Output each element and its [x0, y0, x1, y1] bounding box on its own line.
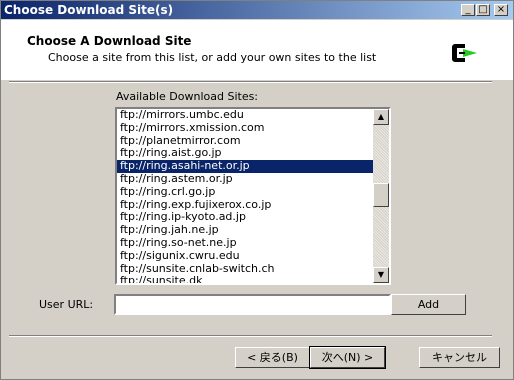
window-title: Choose Download Site(s): [4, 3, 174, 17]
site-listbox[interactable]: ftp://mirrors.umbc.edu ftp://mirrors.xmis…: [115, 107, 391, 285]
cygwin-logo-icon: [452, 44, 477, 62]
site-list-item[interactable]: ftp://ring.astem.or.jp: [117, 172, 373, 186]
next-button[interactable]: 次へ(N) >: [309, 346, 386, 369]
user-url-input[interactable]: [114, 294, 391, 315]
site-list[interactable]: ftp://mirrors.umbc.edu ftp://mirrors.xmis…: [117, 109, 373, 283]
site-list-item[interactable]: ftp://mirrors.umbc.edu: [117, 109, 373, 122]
add-button[interactable]: Add: [391, 294, 466, 315]
page-title: Choose A Download Site: [27, 34, 192, 48]
back-button[interactable]: < 戻る(B): [235, 347, 310, 368]
scroll-down-button[interactable]: ▼: [373, 267, 389, 283]
maximize-button[interactable]: □: [476, 4, 490, 16]
site-list-item[interactable]: ftp://mirrors.xmission.com: [117, 121, 373, 135]
minimize-button[interactable]: _: [461, 4, 475, 16]
site-list-item[interactable]: ftp://ring.crl.go.jp: [117, 185, 373, 199]
sites-label: Available Download Sites:: [116, 90, 259, 103]
vertical-scrollbar[interactable]: ▲ ▼: [373, 109, 389, 283]
footer-divider: [9, 335, 492, 337]
cancel-button[interactable]: キャンセル: [419, 347, 500, 368]
site-list-item[interactable]: ftp://sunsite.dk: [117, 275, 373, 283]
scroll-thumb[interactable]: [373, 183, 389, 207]
scroll-up-button[interactable]: ▲: [373, 109, 389, 125]
user-url-label: User URL:: [39, 298, 94, 311]
close-button[interactable]: ×: [494, 4, 508, 16]
title-bar[interactable]: Choose Download Site(s) _ □ ×: [1, 1, 513, 19]
header-divider: [9, 81, 492, 83]
dialog-window: Choose Download Site(s) _ □ × Choose A D…: [0, 0, 514, 380]
site-list-item[interactable]: ftp://sigunix.cwru.edu: [117, 249, 373, 263]
page-subtitle: Choose a site from this list, or add you…: [48, 51, 377, 64]
site-list-item[interactable]: ftp://ring.so-net.ne.jp: [117, 236, 373, 250]
wizard-header: Choose A Download Site Choose a site fro…: [1, 20, 513, 80]
